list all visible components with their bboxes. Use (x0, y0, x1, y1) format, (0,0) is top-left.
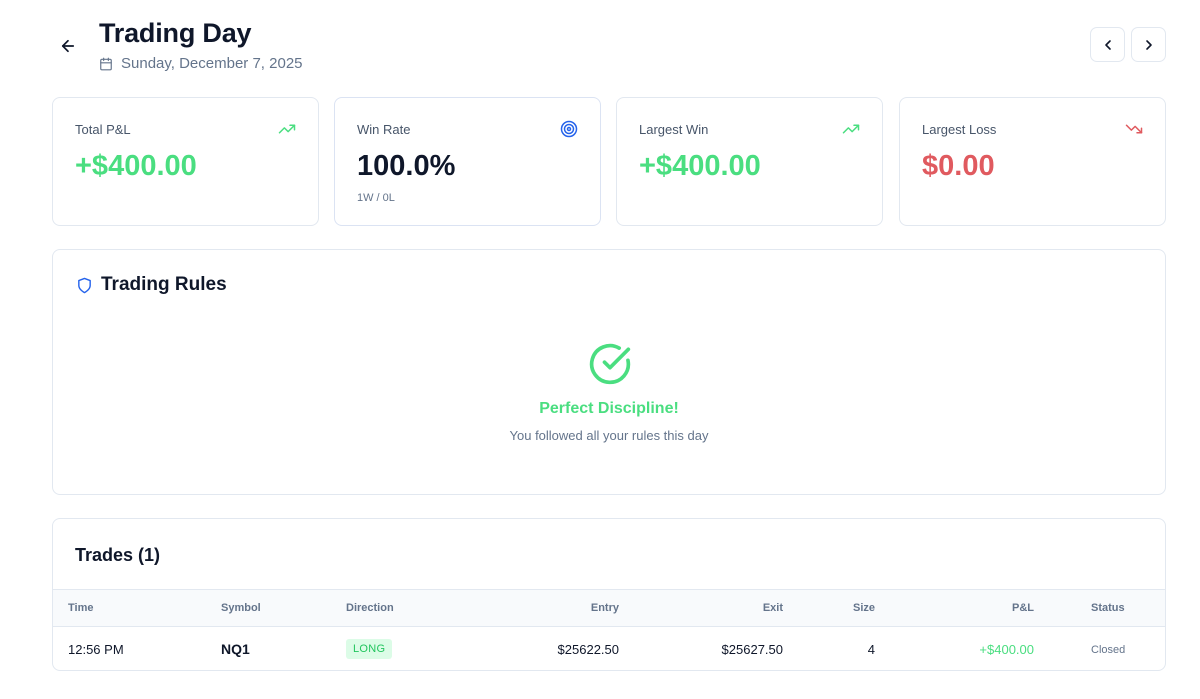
trade-entry: $25622.50 (557, 642, 619, 657)
stat-card-largest-loss: Largest Loss $0.00 (899, 97, 1166, 226)
table-row[interactable]: 12:56 PM NQ1 LONG $25622.50 $25627.50 4 … (53, 627, 1165, 670)
stat-label: Total P&L (75, 122, 131, 137)
column-header-size[interactable]: Size (853, 602, 875, 614)
direction-badge: LONG (346, 639, 393, 659)
stat-value: +$400.00 (639, 150, 761, 182)
next-day-button[interactable] (1131, 27, 1166, 62)
trading-rules-header: Trading Rules (76, 274, 227, 296)
trade-symbol: NQ1 (221, 641, 250, 657)
stat-value: +$400.00 (75, 150, 197, 182)
page-title: Trading Day (99, 18, 252, 48)
check-circle-icon (588, 342, 632, 391)
rules-status-subtext: You followed all your rules this day (509, 428, 709, 443)
stat-label: Largest Loss (922, 122, 997, 137)
stat-card-total-pnl: Total P&L +$400.00 (52, 97, 319, 226)
calendar-icon (100, 57, 112, 70)
column-header-status[interactable]: Status (1091, 602, 1125, 614)
column-header-exit[interactable]: Exit (763, 602, 783, 614)
page-header: Trading Day Sunday, December 7, 2025 (52, 14, 1166, 80)
trade-status: Closed (1091, 644, 1126, 656)
chevron-left-icon (1104, 39, 1111, 50)
column-header-symbol[interactable]: Symbol (221, 602, 261, 614)
shield-icon (78, 277, 91, 293)
trade-pnl: +$400.00 (979, 642, 1034, 657)
column-header-direction[interactable]: Direction (346, 602, 394, 614)
trades-card: Trades (1) Time Symbol Direction Entry E… (52, 518, 1166, 671)
trade-exit: $25627.50 (721, 642, 783, 657)
trending-down-icon (1125, 120, 1143, 143)
trades-title: Trades (1) (75, 545, 161, 565)
rules-status-message: Perfect Discipline! (539, 400, 679, 417)
stat-value: 100.0% (357, 150, 456, 182)
date-row: Sunday, December 7, 2025 (99, 55, 303, 72)
stat-subtext: 1W / 0L (357, 192, 395, 204)
chevron-right-icon (1145, 39, 1152, 50)
stat-label: Win Rate (357, 122, 411, 137)
arrow-left-icon (61, 39, 75, 53)
trending-up-icon (278, 120, 296, 143)
trade-size: 4 (867, 642, 875, 657)
back-button[interactable] (56, 34, 80, 58)
target-icon (560, 120, 578, 143)
date-text: Sunday, December 7, 2025 (121, 55, 303, 72)
stat-value: $0.00 (922, 150, 995, 182)
column-header-pnl[interactable]: P&L (1012, 602, 1034, 614)
table-header: Time Symbol Direction Entry Exit Size P&… (53, 589, 1165, 627)
stat-label: Largest Win (639, 122, 709, 137)
trade-time: 12:56 PM (68, 642, 124, 657)
trading-rules-title: Trading Rules (101, 274, 227, 295)
stat-card-largest-win: Largest Win +$400.00 (616, 97, 883, 226)
trending-up-icon (842, 120, 860, 143)
stat-card-win-rate: Win Rate 100.0% 1W / 0L (334, 97, 601, 226)
trading-rules-card: Trading Rules Perfect Discipline! You fo… (52, 249, 1166, 495)
previous-day-button[interactable] (1090, 27, 1125, 62)
stats-row: Total P&L +$400.00 Win Rate 100.0% 1W / … (52, 97, 1166, 226)
column-header-entry[interactable]: Entry (591, 602, 619, 614)
column-header-time[interactable]: Time (68, 602, 93, 614)
